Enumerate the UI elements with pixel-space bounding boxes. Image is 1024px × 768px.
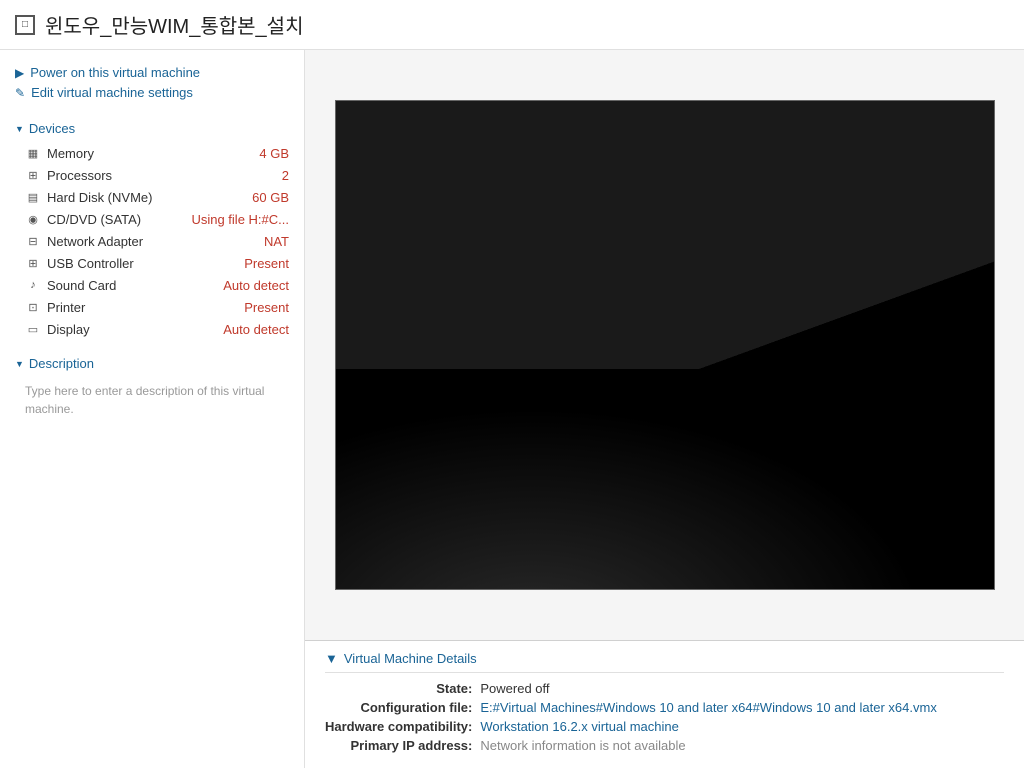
vm-details-header[interactable]: ▼ Virtual Machine Details	[325, 651, 1004, 673]
vm-details-section: ▼ Virtual Machine Details State: Powered…	[305, 640, 1024, 768]
memory-icon: ▦	[25, 145, 41, 161]
device-cddvd[interactable]: ◉ CD/DVD (SATA) Using file H:#C...	[0, 208, 304, 230]
edit-settings-label: Edit virtual machine settings	[31, 85, 193, 100]
device-printer[interactable]: ⊡ Printer Present	[0, 296, 304, 318]
usb-name: USB Controller	[47, 256, 238, 271]
page-title: 윈도우_만능WIM_통합본_설치	[45, 10, 303, 39]
printer-icon: ⊡	[25, 299, 41, 315]
network-value: NAT	[264, 234, 289, 249]
display-value: Auto detect	[223, 322, 289, 337]
device-network[interactable]: ⊟ Network Adapter NAT	[0, 230, 304, 252]
config-value[interactable]: E:#Virtual Machines#Windows 10 and later…	[480, 700, 1004, 715]
ip-label: Primary IP address:	[325, 738, 472, 753]
memory-value: 4 GB	[259, 146, 289, 161]
edit-icon: ✎	[15, 86, 25, 100]
description-section: ▼ Description Type here to enter a descr…	[0, 340, 304, 423]
vm-details-label: Virtual Machine Details	[344, 651, 477, 666]
title-bar: □ 윈도우_만능WIM_통합본_설치	[0, 0, 1024, 50]
hw-compat-label: Hardware compatibility:	[325, 719, 472, 734]
description-label: Description	[29, 356, 94, 371]
hard-disk-name: Hard Disk (NVMe)	[47, 190, 246, 205]
power-on-label: Power on this virtual machine	[30, 65, 200, 80]
vm-title-icon: □	[15, 15, 35, 35]
sound-icon: ♪	[25, 277, 41, 293]
vm-details-grid: State: Powered off Configuration file: E…	[325, 681, 1004, 753]
cddvd-icon: ◉	[25, 211, 41, 227]
device-processors[interactable]: ⊞ Processors 2	[0, 164, 304, 186]
network-name: Network Adapter	[47, 234, 258, 249]
cddvd-value: Using file H:#C...	[191, 212, 289, 227]
network-icon: ⊟	[25, 233, 41, 249]
device-memory[interactable]: ▦ Memory 4 GB	[0, 142, 304, 164]
state-value: Powered off	[480, 681, 1004, 696]
devices-list: ▦ Memory 4 GB ⊞ Processors 2 ▤ Hard Disk…	[0, 142, 304, 340]
display-name: Display	[47, 322, 217, 337]
description-triangle-icon: ▼	[15, 359, 24, 369]
memory-name: Memory	[47, 146, 253, 161]
vm-preview-area[interactable]	[305, 50, 1024, 640]
play-icon: ▶	[15, 66, 24, 80]
power-on-link[interactable]: ▶ Power on this virtual machine	[15, 65, 289, 80]
details-triangle-icon: ▼	[325, 651, 338, 666]
processors-value: 2	[282, 168, 289, 183]
content-area: ▼ Virtual Machine Details State: Powered…	[305, 50, 1024, 768]
main-layout: ▶ Power on this virtual machine ✎ Edit v…	[0, 50, 1024, 768]
ip-value: Network information is not available	[480, 738, 1004, 753]
vm-screen[interactable]	[335, 100, 995, 590]
hw-compat-value[interactable]: Workstation 16.2.x virtual machine	[480, 719, 1004, 734]
cddvd-name: CD/DVD (SATA)	[47, 212, 185, 227]
devices-label: Devices	[29, 121, 75, 136]
printer-value: Present	[244, 300, 289, 315]
description-header[interactable]: ▼ Description	[0, 350, 304, 377]
device-sound[interactable]: ♪ Sound Card Auto detect	[0, 274, 304, 296]
processors-icon: ⊞	[25, 167, 41, 183]
printer-name: Printer	[47, 300, 238, 315]
hard-disk-value: 60 GB	[252, 190, 289, 205]
devices-triangle-icon: ▼	[15, 124, 24, 134]
state-label: State:	[325, 681, 472, 696]
edit-settings-link[interactable]: ✎ Edit virtual machine settings	[15, 85, 289, 100]
device-hard-disk[interactable]: ▤ Hard Disk (NVMe) 60 GB	[0, 186, 304, 208]
device-display[interactable]: ▭ Display Auto detect	[0, 318, 304, 340]
device-usb[interactable]: ⊞ USB Controller Present	[0, 252, 304, 274]
sound-name: Sound Card	[47, 278, 217, 293]
sidebar-actions: ▶ Power on this virtual machine ✎ Edit v…	[0, 60, 304, 115]
devices-section-header[interactable]: ▼ Devices	[0, 115, 304, 142]
processors-name: Processors	[47, 168, 276, 183]
usb-value: Present	[244, 256, 289, 271]
usb-icon: ⊞	[25, 255, 41, 271]
display-icon: ▭	[25, 321, 41, 337]
sidebar: ▶ Power on this virtual machine ✎ Edit v…	[0, 50, 305, 768]
config-label: Configuration file:	[325, 700, 472, 715]
sound-value: Auto detect	[223, 278, 289, 293]
hard-disk-icon: ▤	[25, 189, 41, 205]
description-placeholder[interactable]: Type here to enter a description of this…	[0, 377, 304, 423]
